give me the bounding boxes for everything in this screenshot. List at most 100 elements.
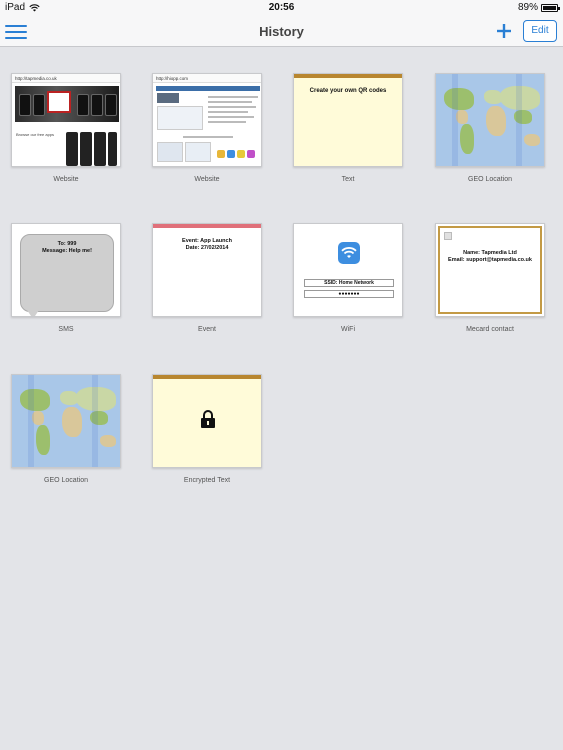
sms-thumbnail: To: 999 Message: Help me! — [11, 223, 121, 317]
phone-image — [66, 132, 78, 166]
sms-message: Message: Help me! — [42, 248, 92, 254]
text-line — [183, 136, 233, 138]
note-top-strip — [294, 74, 402, 78]
text-content: Create your own QR codes — [309, 88, 387, 94]
wifi-ssid: SSID: Home Network — [304, 279, 394, 287]
map-thumbnail — [435, 73, 545, 167]
mecard-frame: Name: Tapmedia Ltd Email: support@tapmed… — [438, 226, 542, 314]
text-line — [208, 101, 252, 103]
event-name: Event: App Launch — [182, 238, 232, 244]
wifi-glyph-icon — [341, 247, 357, 258]
lock-icon — [201, 410, 215, 428]
website-screenshot-image — [157, 142, 183, 162]
history-item-geo-1[interactable]: GEO Location — [435, 73, 545, 183]
event-top-strip — [153, 224, 261, 228]
phone-image — [77, 94, 89, 116]
wifi-thumbnail: SSID: Home Network ●●●●●●● — [293, 223, 403, 317]
wifi-icon — [338, 242, 360, 264]
app-icon — [227, 150, 235, 158]
edit-button[interactable]: Edit — [523, 20, 557, 42]
text-thumbnail: Create your own QR codes — [293, 73, 403, 167]
map-tile-seam — [516, 74, 522, 166]
status-bar: iPad 20:56 89% — [0, 0, 563, 16]
add-button[interactable] — [495, 21, 513, 41]
plus-icon — [497, 24, 511, 38]
text-line — [208, 96, 258, 98]
website-hero-image — [15, 86, 119, 122]
map-tile-seam — [28, 375, 34, 467]
item-label: Website — [194, 176, 220, 183]
website-phones — [64, 132, 118, 166]
event-date: Date: 27/02/2014 — [185, 245, 229, 251]
app-icon — [217, 150, 225, 158]
url-bar: http://tapmedia.co.uk — [12, 74, 120, 83]
url-bar: http://hiopp.com — [153, 74, 261, 83]
item-label: Mecard contact — [466, 326, 514, 333]
history-item-wifi[interactable]: SSID: Home Network ●●●●●●● WiFi — [293, 223, 403, 333]
website-screenshot-image — [157, 106, 203, 130]
note-top-strip — [153, 375, 261, 379]
website-screenshot-image — [185, 142, 211, 162]
history-item-website-1[interactable]: http://tapmedia.co.uk Browse our free ap… — [11, 73, 121, 183]
map-land — [444, 88, 474, 110]
phone-image — [105, 94, 117, 116]
history-item-text[interactable]: Create your own QR codes Text — [293, 73, 403, 183]
qr-tag-image — [47, 91, 71, 113]
navigation-bar: History Edit — [0, 16, 563, 47]
text-line — [208, 106, 256, 108]
text-line — [208, 121, 246, 123]
mecard-text: Name: Tapmedia Ltd Email: support@tapmed… — [440, 250, 540, 264]
item-label: SMS — [58, 326, 74, 333]
app-icon — [247, 150, 255, 158]
speech-bubble: To: 999 Message: Help me! — [20, 234, 114, 316]
history-item-event[interactable]: Event: App Launch Date: 27/02/2014 Event — [152, 223, 262, 333]
phone-image — [108, 132, 117, 166]
battery-fill — [543, 5, 557, 10]
mecard-email: Email: support@tapmedia.co.uk — [448, 257, 532, 263]
event-thumbnail: Event: App Launch Date: 27/02/2014 — [152, 223, 262, 317]
map-land — [524, 134, 540, 146]
phone-image — [94, 132, 106, 166]
event-text: Event: App Launch Date: 27/02/2014 — [153, 238, 261, 252]
text-line — [208, 116, 254, 118]
item-label: Encrypted Text — [183, 477, 231, 484]
item-label: WiFi — [341, 326, 355, 333]
item-label: Website — [53, 176, 79, 183]
phone-image — [19, 94, 31, 116]
phone-image — [33, 94, 45, 116]
map-thumbnail — [11, 374, 121, 468]
map-land — [100, 435, 116, 447]
history-item-sms[interactable]: To: 999 Message: Help me! SMS — [11, 223, 121, 333]
map-land — [460, 124, 474, 154]
history-item-geo-2[interactable]: GEO Location — [11, 374, 121, 484]
item-label: GEO Location — [468, 176, 512, 183]
website-banner-image — [157, 93, 179, 103]
wifi-password: ●●●●●●● — [304, 290, 394, 298]
battery-icon — [541, 3, 560, 12]
map-land — [486, 106, 506, 136]
phone-image — [91, 94, 103, 116]
battery-percent: 89% — [517, 2, 538, 13]
website-text: Browse our free apps — [16, 132, 55, 137]
history-item-encrypted-text[interactable]: Encrypted Text — [152, 374, 262, 484]
phone-image — [80, 132, 92, 166]
contact-avatar-icon — [444, 232, 452, 240]
history-item-website-2[interactable]: http://hiopp.com Website — [152, 73, 262, 183]
page-title: History — [259, 24, 304, 39]
map-tile-seam — [452, 74, 458, 166]
item-label: Text — [341, 176, 355, 183]
mecard-name: Name: Tapmedia Ltd — [463, 250, 517, 256]
encrypted-text-thumbnail — [152, 374, 262, 468]
map-land — [20, 389, 50, 411]
text-line — [208, 111, 248, 113]
status-time: 20:56 — [268, 2, 295, 13]
item-label: GEO Location — [44, 477, 88, 484]
item-label: Event — [198, 326, 216, 333]
sms-to: To: 999 — [57, 241, 77, 247]
website-header-bar — [156, 86, 260, 91]
mecard-thumbnail: Name: Tapmedia Ltd Email: support@tapmed… — [435, 223, 545, 317]
map-land — [36, 425, 50, 455]
history-item-mecard[interactable]: Name: Tapmedia Ltd Email: support@tapmed… — [435, 223, 545, 333]
app-icon — [237, 150, 245, 158]
map-land — [62, 407, 82, 437]
